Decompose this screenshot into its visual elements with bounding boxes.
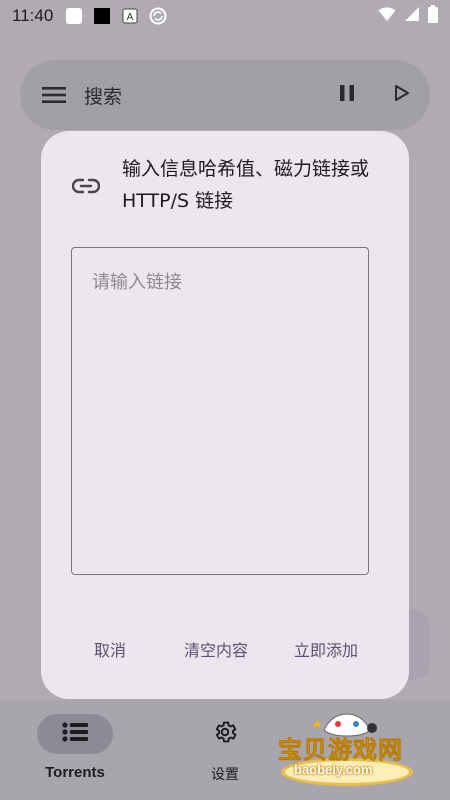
nav-label-settings: 设置 [211, 767, 239, 783]
dialog-actions: 取消 清空内容 立即添加 [41, 637, 409, 667]
signal-icon [404, 6, 420, 26]
search-bar[interactable]: 搜索 [20, 60, 430, 130]
a-badge-icon: A [121, 7, 139, 25]
search-input[interactable]: 搜索 [84, 82, 122, 109]
nav-pill-settings [187, 714, 263, 754]
wifi-icon [378, 6, 396, 26]
clear-button[interactable]: 清空内容 [184, 637, 248, 661]
watermark-text: 宝贝游戏网 [278, 736, 403, 765]
list-icon [62, 722, 88, 746]
play-icon[interactable] [394, 84, 410, 106]
battery-icon [428, 5, 438, 27]
nav-pill-torrents [37, 714, 113, 754]
cancel-button[interactable]: 取消 [94, 637, 126, 661]
status-time: 11:40 [12, 6, 54, 25]
nav-label-torrents: Torrents [45, 764, 105, 781]
add-now-button[interactable]: 立即添加 [294, 637, 358, 661]
white-square-icon [65, 7, 83, 25]
gear-icon [212, 719, 238, 749]
svg-text:A: A [127, 12, 134, 23]
dialog-title: 输入信息哈希值、磁力链接或 HTTP/S 链接 [122, 158, 370, 212]
pause-icon[interactable] [338, 83, 356, 107]
black-square-icon [93, 7, 111, 25]
link-input[interactable] [71, 247, 369, 575]
nav-item-torrents[interactable]: Torrents [0, 700, 150, 800]
status-bar: 11:40 A [0, 0, 450, 32]
watermark-url: baobeiy.com [294, 762, 373, 777]
link-icon [71, 171, 101, 201]
add-link-dialog: 输入信息哈希值、磁力链接或 HTTP/S 链接 取消 清空内容 立即添加 [41, 131, 409, 699]
sync-icon [149, 7, 167, 25]
watermark-logo: 宝贝游戏网 baobeiy.com [272, 708, 422, 788]
menu-icon[interactable] [40, 81, 68, 109]
